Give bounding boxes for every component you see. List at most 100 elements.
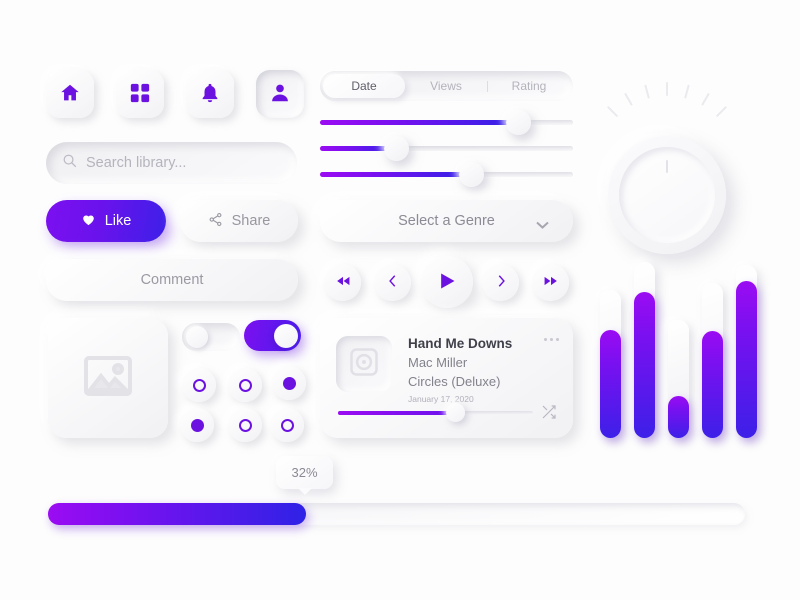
tab-views[interactable]: Views bbox=[405, 74, 487, 98]
slider-thumb[interactable] bbox=[459, 162, 484, 187]
progress-fill bbox=[48, 503, 306, 525]
rewind-button[interactable] bbox=[324, 264, 361, 301]
slider-thumb[interactable] bbox=[506, 110, 531, 135]
grid-icon bbox=[129, 82, 151, 107]
knob-tick bbox=[715, 105, 728, 118]
radio-button-5[interactable] bbox=[228, 408, 262, 442]
tab-rating[interactable]: Rating bbox=[488, 74, 570, 98]
next-button[interactable] bbox=[482, 264, 519, 301]
media-control-row bbox=[320, 256, 573, 308]
slider-2[interactable] bbox=[320, 136, 573, 161]
search-input[interactable] bbox=[86, 155, 281, 171]
toggle-knob bbox=[274, 323, 298, 348]
track-artist: Mac Miller bbox=[408, 355, 468, 370]
track-title: Hand Me Downs bbox=[408, 336, 513, 351]
play-icon bbox=[437, 271, 457, 294]
fast-forward-icon bbox=[544, 274, 558, 291]
bar-slider-4[interactable] bbox=[702, 283, 723, 438]
tab-date[interactable]: Date bbox=[323, 74, 405, 98]
vertical-bar-sliders bbox=[592, 250, 757, 445]
knob-outer-ring[interactable] bbox=[608, 136, 726, 254]
home-icon bbox=[59, 82, 81, 107]
nav-button-profile[interactable] bbox=[256, 70, 304, 118]
knob-tick bbox=[684, 84, 690, 99]
image-placeholder[interactable] bbox=[48, 318, 168, 438]
album-art bbox=[336, 336, 392, 392]
bar-slider-2[interactable] bbox=[634, 262, 655, 438]
bar-fill bbox=[668, 395, 689, 438]
radio-ring bbox=[280, 418, 294, 432]
knob-tick bbox=[644, 84, 650, 99]
user-icon bbox=[269, 82, 291, 107]
nav-button-notifications[interactable] bbox=[186, 70, 234, 118]
bar-fill bbox=[736, 280, 757, 438]
radio-ring bbox=[192, 378, 206, 392]
rewind-icon bbox=[336, 274, 350, 291]
radio-button-1[interactable] bbox=[182, 368, 216, 402]
bar-fill bbox=[600, 329, 621, 438]
toggle-knob bbox=[186, 326, 208, 348]
radio-button-3[interactable] bbox=[272, 366, 306, 400]
knob-tick bbox=[666, 82, 668, 96]
track-progress-fill bbox=[338, 411, 455, 415]
bell-icon bbox=[199, 82, 221, 107]
share-icon bbox=[208, 212, 223, 231]
knob-tick bbox=[624, 92, 633, 106]
slider-1[interactable] bbox=[320, 110, 573, 135]
progress-tooltip: 32% bbox=[276, 456, 333, 489]
bar-slider-3[interactable] bbox=[668, 320, 689, 438]
radio-button-4[interactable] bbox=[180, 408, 214, 442]
track-date: January 17, 2020 bbox=[408, 394, 474, 404]
slider-thumb[interactable] bbox=[384, 136, 409, 161]
bar-fill bbox=[634, 291, 655, 438]
radio-button-2[interactable] bbox=[228, 368, 262, 402]
toggle-switch-on[interactable] bbox=[244, 320, 301, 351]
nav-button-home[interactable] bbox=[46, 70, 94, 118]
bar-slider-1[interactable] bbox=[600, 290, 621, 438]
track-progress-thumb[interactable] bbox=[446, 403, 465, 422]
track-album: Circles (Deluxe) bbox=[408, 374, 501, 389]
heart-icon bbox=[81, 212, 96, 231]
chevron-right-icon bbox=[494, 274, 508, 291]
like-label: Like bbox=[104, 213, 132, 229]
slider-fill bbox=[320, 120, 520, 125]
slider-fill bbox=[320, 172, 472, 177]
disc-icon bbox=[349, 347, 379, 382]
volume-knob[interactable] bbox=[600, 68, 760, 254]
knob-face[interactable] bbox=[619, 147, 715, 243]
chevron-left-icon bbox=[386, 274, 400, 291]
progress-tooltip-label: 32% bbox=[291, 465, 318, 480]
radio-ring bbox=[282, 376, 296, 390]
radio-ring bbox=[238, 378, 252, 392]
chevron-down-icon bbox=[536, 217, 549, 229]
segmented-control: Date Views Rating bbox=[320, 71, 573, 101]
music-card: Hand Me Downs Mac Miller Circles (Deluxe… bbox=[320, 318, 573, 438]
previous-button[interactable] bbox=[374, 264, 411, 301]
radio-ring bbox=[238, 418, 252, 432]
knob-indicator bbox=[666, 160, 668, 173]
more-icon[interactable] bbox=[544, 338, 559, 341]
comment-button[interactable]: Comment bbox=[46, 259, 298, 301]
nav-button-grid[interactable] bbox=[116, 70, 164, 118]
share-label: Share bbox=[231, 213, 271, 229]
like-button[interactable]: Like bbox=[46, 200, 166, 242]
search-icon bbox=[62, 153, 77, 173]
share-button[interactable]: Share bbox=[180, 200, 298, 242]
radio-ring bbox=[190, 418, 204, 432]
progress-bar[interactable] bbox=[48, 503, 745, 525]
knob-tick bbox=[701, 92, 710, 106]
slider-3[interactable] bbox=[320, 162, 573, 187]
search-bar[interactable] bbox=[46, 142, 297, 184]
track-progress-slider[interactable] bbox=[338, 403, 533, 422]
bar-fill bbox=[702, 331, 723, 438]
radio-button-6[interactable] bbox=[270, 408, 304, 442]
image-icon bbox=[84, 355, 132, 401]
shuffle-icon[interactable] bbox=[541, 404, 557, 425]
genre-select-label: Select a Genre bbox=[398, 213, 495, 229]
ui-kit-canvas: Like Share Comment Date Views Rating bbox=[0, 0, 800, 600]
bar-slider-5[interactable] bbox=[736, 265, 757, 438]
genre-select[interactable]: Select a Genre bbox=[320, 200, 573, 242]
forward-button[interactable] bbox=[532, 264, 569, 301]
toggle-switch-off[interactable] bbox=[182, 323, 240, 351]
play-button[interactable] bbox=[421, 256, 473, 308]
